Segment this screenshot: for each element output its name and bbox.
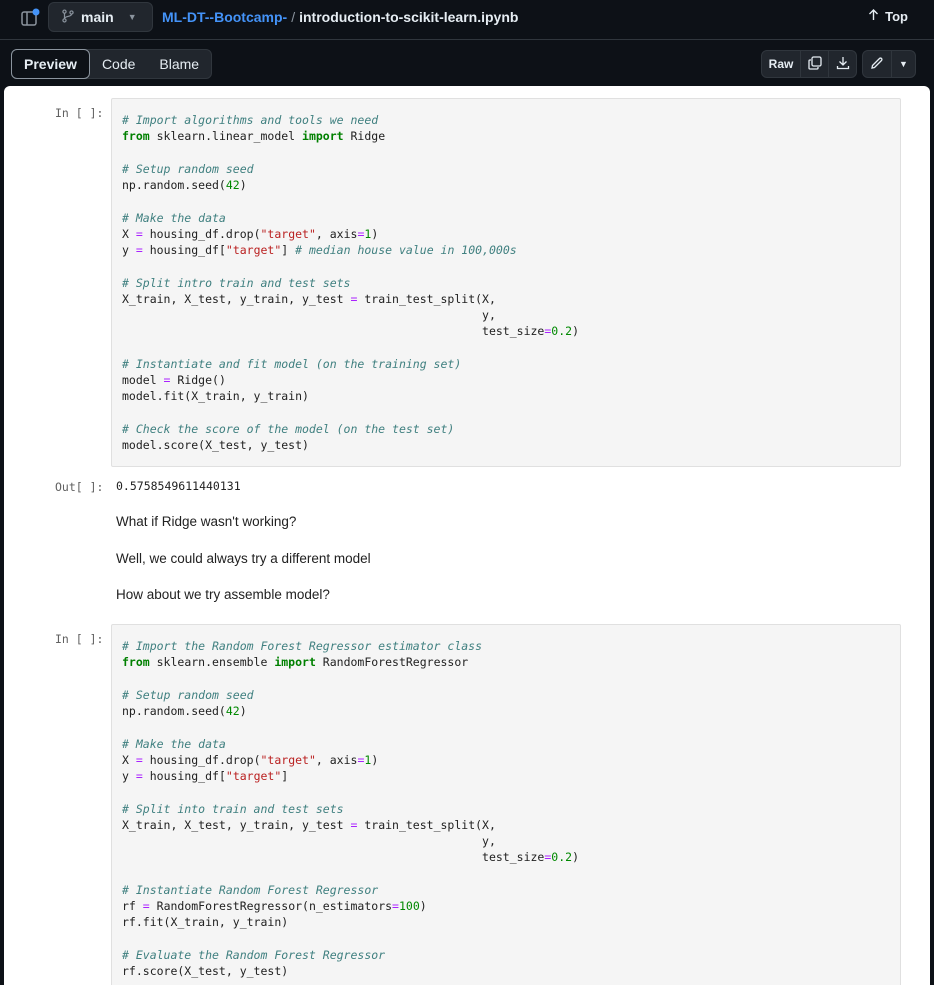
code-line: rf.fit(X_train, y_train) — [122, 915, 289, 930]
markdown-line: How about we try assemble model? — [116, 587, 330, 602]
file-actions-group: Raw — [761, 50, 857, 78]
code-line: # Evaluate the Random Forest Regressor — [122, 947, 386, 962]
code-line: from sklearn.linear_model import Ridge — [122, 129, 386, 144]
output-prompt: Out[ ]: — [55, 480, 104, 494]
code-line: X = housing_df.drop("target", axis=1) — [122, 752, 379, 767]
chevron-down-icon: ▼ — [127, 12, 137, 22]
file-name: introduction-to-scikit-learn.ipynb — [299, 9, 519, 25]
code-line: from sklearn.ensemble import RandomFores… — [122, 655, 469, 670]
pencil-icon — [870, 56, 884, 73]
input-prompt: In [ ]: — [55, 106, 104, 120]
copy-icon — [807, 55, 822, 73]
more-edit-options-button[interactable]: ▼ — [891, 51, 915, 77]
code-block: # Import the Random Forest Regressor est… — [112, 625, 900, 985]
edit-actions-group: ▼ — [862, 50, 916, 78]
sidebar-toggle-icon[interactable] — [20, 8, 40, 28]
code-line: X = housing_df.drop("target", axis=1) — [122, 226, 379, 241]
code-line: rf.score(X_test, y_test) — [122, 964, 289, 978]
markdown-line: What if Ridge wasn't working? — [116, 514, 297, 529]
file-toolbar: Preview Code Blame Raw ▼ — [0, 40, 934, 86]
code-line: X_train, X_test, y_train, y_test = train… — [122, 291, 496, 306]
code-cell: # Import algorithms and tools we need fro… — [111, 98, 901, 467]
code-line: model = Ridge() — [122, 373, 226, 387]
code-line: test_size=0.2) — [122, 324, 579, 339]
code-block: # Import algorithms and tools we need fro… — [112, 99, 900, 466]
code-line: np.random.seed(42) — [122, 704, 247, 718]
git-branch-icon — [61, 8, 75, 26]
cell-output: 0.5758549611440131 — [116, 479, 241, 493]
top-header: main ▼ ML-DT--Bootcamp- / introduction-t… — [0, 0, 934, 40]
download-button[interactable] — [828, 51, 856, 77]
breadcrumb-separator: / — [291, 9, 296, 25]
code-line: # Check the score of the model (on the t… — [122, 421, 455, 436]
markdown-line: Well, we could always try a different mo… — [116, 551, 371, 566]
tab-code[interactable]: Code — [90, 50, 147, 78]
copy-raw-button[interactable] — [800, 51, 828, 77]
code-line: model.score(X_test, y_test) — [122, 438, 309, 452]
code-line: # Split intro train and test sets — [122, 275, 351, 290]
notebook-preview: In [ ]: # Import algorithms and tools we… — [4, 86, 930, 985]
chevron-down-icon: ▼ — [899, 59, 908, 69]
code-line: model.fit(X_train, y_train) — [122, 389, 309, 404]
repo-link[interactable]: ML-DT--Bootcamp- — [162, 9, 287, 25]
code-line: y = housing_df["target"] — [122, 769, 289, 783]
code-line: test_size=0.2) — [122, 850, 579, 865]
download-icon — [836, 56, 850, 73]
arrow-up-icon — [868, 9, 879, 24]
top-button[interactable]: Top — [868, 9, 908, 24]
code-line: # Setup random seed — [122, 687, 254, 702]
code-line: y, — [122, 308, 496, 322]
input-prompt: In [ ]: — [55, 632, 104, 646]
code-line: # Import algorithms and tools we need — [122, 113, 379, 127]
code-line: rf = RandomForestRegressor(n_estimators=… — [122, 899, 427, 913]
code-line: # Split into train and test sets — [122, 801, 344, 816]
code-line: # Instantiate Random Forest Regressor — [122, 882, 379, 897]
code-line: # Import the Random Forest Regressor est… — [122, 639, 483, 653]
breadcrumb: ML-DT--Bootcamp- / introduction-to-sciki… — [162, 9, 518, 25]
view-mode-tabs: Preview Code Blame — [11, 49, 213, 79]
code-line: np.random.seed(42) — [122, 178, 247, 192]
code-cell: # Import the Random Forest Regressor est… — [111, 624, 901, 985]
raw-button[interactable]: Raw — [762, 51, 800, 77]
tab-preview[interactable]: Preview — [11, 49, 90, 79]
code-line: # Make the data — [122, 736, 226, 751]
code-line: y = housing_df["target"] # median house … — [122, 243, 517, 257]
tab-blame[interactable]: Blame — [147, 50, 211, 78]
code-line: # Setup random seed — [122, 161, 254, 176]
code-line: # Instantiate and fit model (on the trai… — [122, 356, 462, 371]
branch-name: main — [81, 9, 114, 25]
code-line: X_train, X_test, y_train, y_test = train… — [122, 817, 496, 832]
code-line: y, — [122, 834, 496, 848]
branch-selector[interactable]: main ▼ — [48, 2, 153, 32]
edit-button[interactable] — [863, 51, 891, 77]
code-line: # Make the data — [122, 210, 226, 225]
top-label: Top — [885, 9, 908, 24]
